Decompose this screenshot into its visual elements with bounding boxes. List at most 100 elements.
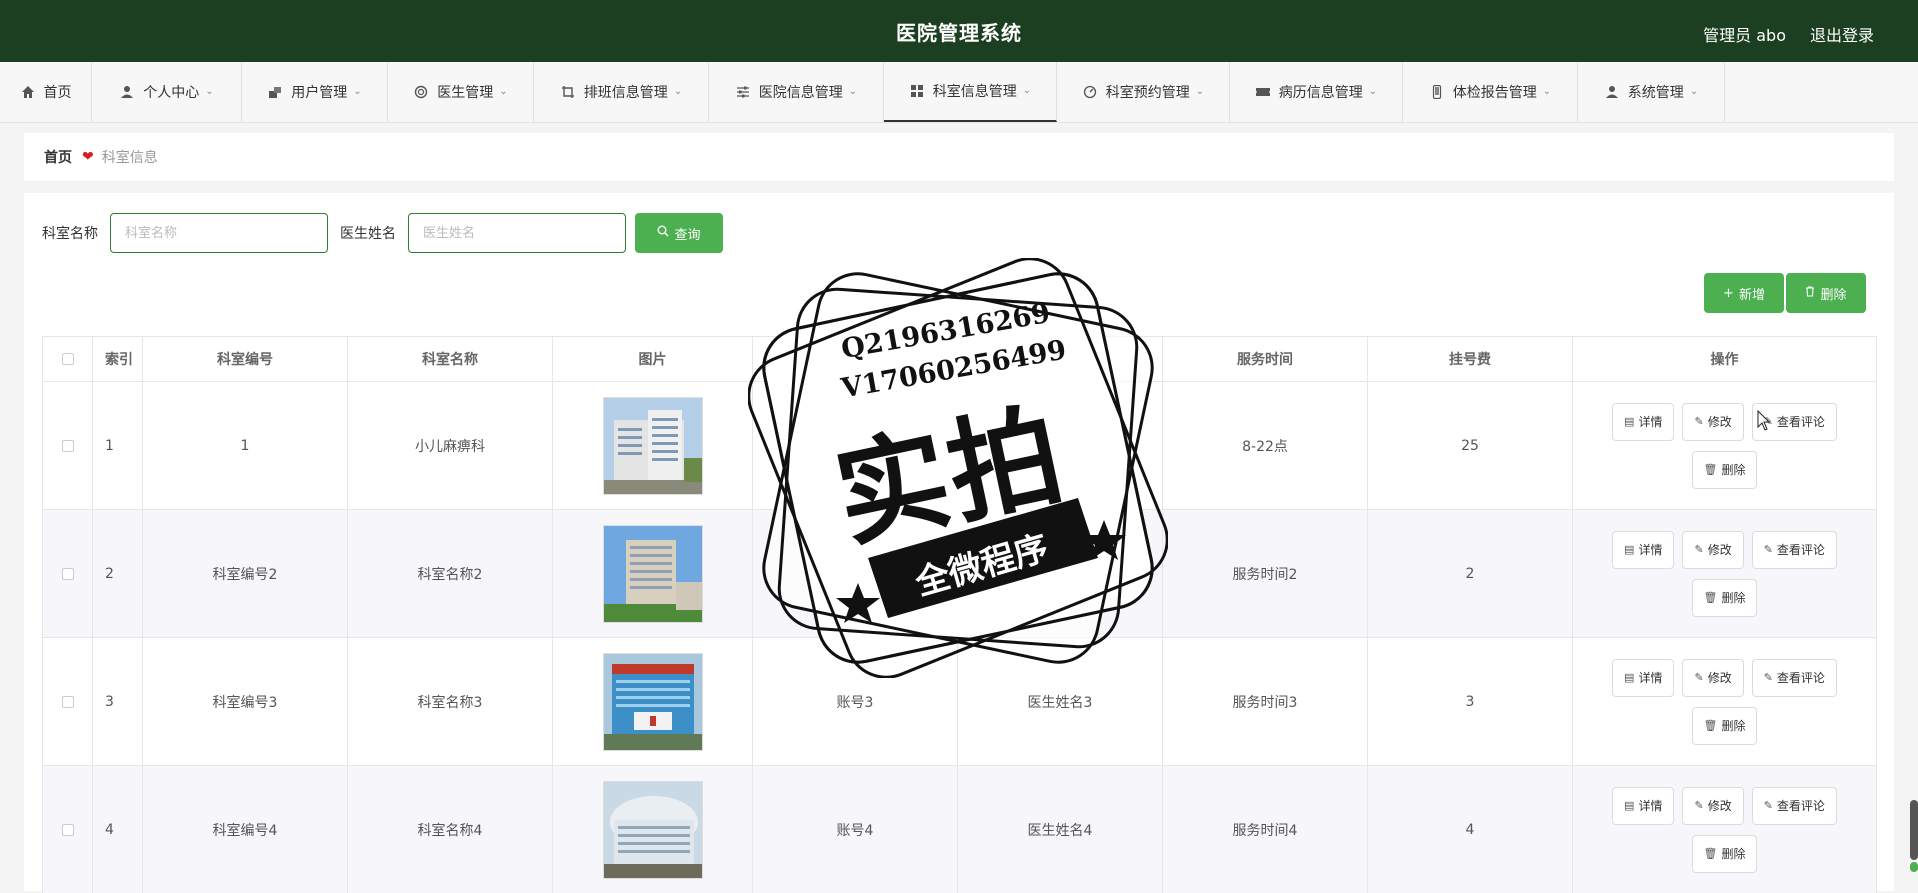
header-account: 账号 bbox=[753, 337, 958, 381]
nav-label: 用户管理 bbox=[291, 85, 348, 101]
nav-item-departments[interactable]: 科室信息管理 ⌄ bbox=[884, 62, 1057, 122]
header-image: 图片 bbox=[553, 337, 753, 381]
detail-button[interactable]: ▤ 详情 bbox=[1612, 530, 1675, 569]
edit-button[interactable]: ✎ 修改 bbox=[1682, 402, 1744, 441]
pencil-icon: ✎ bbox=[1694, 671, 1704, 684]
view-comments-button[interactable]: ✎查看评论 bbox=[1751, 530, 1837, 569]
header-ops: 操作 bbox=[1710, 352, 1739, 368]
grid-icon bbox=[909, 83, 925, 99]
row-checkbox[interactable] bbox=[61, 567, 74, 580]
bulk-delete-label: 删除 bbox=[1820, 287, 1847, 303]
nav-label: 首页 bbox=[43, 85, 72, 101]
table-row: 3 科室编号3 科室名称3 账号3 医生姓名3 服务时间3 3 ▤ 详情 ✎ 修改 … bbox=[43, 637, 1876, 765]
nav-item-system[interactable]: 系统管理 ⌄ bbox=[1578, 62, 1725, 122]
delete-button[interactable]: 🗑 删除 bbox=[1691, 834, 1758, 873]
row-checkbox[interactable] bbox=[61, 695, 74, 708]
cell-code: 科室编号3 bbox=[143, 638, 348, 765]
doctor-name-input[interactable] bbox=[408, 213, 626, 253]
edit-button[interactable]: ✎ 修改 bbox=[1682, 530, 1744, 569]
nav-item-home[interactable]: 首页 bbox=[0, 62, 92, 122]
nav-item-schedule[interactable]: 排班信息管理 ⌄ bbox=[534, 62, 709, 122]
row-checkbox-cell bbox=[43, 382, 93, 509]
cell-name: 小儿麻痹科 bbox=[348, 382, 553, 509]
search-button-label: 查询 bbox=[674, 227, 701, 243]
nav-item-records[interactable]: 病历信息管理 ⌄ bbox=[1230, 62, 1403, 122]
cell-image bbox=[553, 638, 753, 765]
detail-label: 详情 bbox=[1638, 415, 1663, 429]
nav-label: 科室预约管理 bbox=[1105, 85, 1190, 101]
edit-button[interactable]: ✎ 修改 bbox=[1682, 786, 1744, 825]
nav-item-hospital[interactable]: 医院信息管理 ⌄ bbox=[709, 62, 884, 122]
department-photo bbox=[602, 524, 703, 623]
cell-time: 服务时间3 bbox=[1163, 638, 1368, 765]
edit-label: 修改 bbox=[1707, 415, 1732, 429]
home-icon bbox=[20, 84, 36, 100]
nav-item-appointments[interactable]: 科室预约管理 ⌄ bbox=[1057, 62, 1230, 122]
breadcrumb-home[interactable]: 首页 bbox=[44, 147, 72, 167]
bulk-delete-button[interactable]: 删除 bbox=[1786, 273, 1866, 313]
cell-image bbox=[553, 510, 753, 637]
cell-ops: ▤详情 ✎修改 ✎查看评论 🗑删除 bbox=[1573, 638, 1876, 765]
chevron-down-icon: ⌄ bbox=[499, 85, 508, 97]
detail-button[interactable]: ▤ 详情 bbox=[1612, 658, 1675, 697]
header-index: 索引 bbox=[93, 337, 143, 381]
page-scrollbar[interactable] bbox=[1910, 800, 1918, 860]
table-row: 4 科室编号4 科室名称4 账号4 医生姓名4 服务时间4 4 ▤ 详情 ✎ 修改 … bbox=[43, 765, 1876, 893]
delete-button[interactable]: 🗑 删除 bbox=[1691, 450, 1758, 489]
delete-button[interactable]: 🗑 删除 bbox=[1691, 706, 1758, 745]
dept-name-input[interactable] bbox=[110, 213, 328, 253]
trash-icon: 🗑 bbox=[1703, 719, 1718, 732]
cell-ops: ▤详情 ✎修改 ✎ 查看评论 🗑删除 bbox=[1573, 382, 1876, 509]
pencil-icon: ✎ bbox=[1763, 799, 1773, 812]
delete-button[interactable]: 🗑 删除 bbox=[1691, 578, 1758, 617]
delete-label: 删除 bbox=[1721, 463, 1746, 477]
row-checkbox[interactable] bbox=[61, 823, 74, 836]
row-checkbox-cell bbox=[43, 766, 93, 893]
chevron-down-icon: ⌄ bbox=[1195, 85, 1205, 97]
search-button[interactable]: 查询 bbox=[635, 213, 723, 253]
row-checkbox[interactable] bbox=[61, 439, 74, 452]
add-button[interactable]: + 新增 bbox=[1704, 273, 1784, 313]
cell-account bbox=[753, 382, 958, 509]
pencil-icon: ✎ bbox=[1763, 543, 1773, 556]
edit-button[interactable]: ✎ 修改 bbox=[1682, 658, 1744, 697]
detail-button[interactable]: ▤ 详情 bbox=[1612, 402, 1675, 441]
header-code: 科室编号 bbox=[143, 337, 348, 381]
view-comments-button[interactable]: ✎查看评论 bbox=[1751, 786, 1837, 825]
view-comments-button[interactable]: ✎查看评论 bbox=[1751, 658, 1837, 697]
main-panel: 科室名称 医生姓名 查询 + 新增 删除 索引 科室编号 科室名称 图片 账号 … bbox=[24, 193, 1894, 893]
row-checkbox-cell bbox=[43, 638, 93, 765]
nav-item-users[interactable]: 用户管理 ⌄ bbox=[242, 62, 388, 122]
nav-label: 医院信息管理 bbox=[758, 85, 843, 101]
header-name: 科室名称 bbox=[348, 337, 553, 381]
nav-item-doctors[interactable]: 医生管理 ⌄ bbox=[388, 62, 534, 122]
search-icon bbox=[657, 225, 669, 241]
document-icon: ▤ bbox=[1624, 543, 1635, 556]
detail-button[interactable]: ▤ 详情 bbox=[1612, 786, 1675, 825]
scrollbar-thumb-end[interactable] bbox=[1910, 862, 1918, 872]
cell-code: 科室编号4 bbox=[143, 766, 348, 893]
select-all-checkbox[interactable] bbox=[61, 353, 74, 365]
comments-label: 查看评论 bbox=[1776, 671, 1825, 685]
logout-link[interactable]: 退出登录 bbox=[1810, 22, 1874, 46]
edit-label: 修改 bbox=[1707, 671, 1732, 685]
current-user: 管理员 abo bbox=[1703, 26, 1786, 45]
header-time: 服务时间 bbox=[1163, 337, 1368, 381]
document-icon: ▤ bbox=[1624, 799, 1635, 812]
cell-image bbox=[553, 766, 753, 893]
chevron-down-icon: ⌄ bbox=[848, 85, 858, 97]
department-table: 索引 科室编号 科室名称 图片 账号 医生姓名 服务时间 挂号费 操作 1 1 … bbox=[42, 336, 1877, 893]
detail-label: 详情 bbox=[1638, 543, 1663, 557]
nav-item-reports[interactable]: 体检报告管理 ⌄ bbox=[1403, 62, 1578, 122]
plus-icon: + bbox=[1723, 285, 1734, 301]
nav-item-profile[interactable]: 个人中心 ⌄ bbox=[92, 62, 242, 122]
pencil-icon: ✎ bbox=[1694, 415, 1704, 428]
nav-label: 个人中心 bbox=[143, 85, 200, 101]
table-row: 2 科室编号2 科室名称2 账号2 医生姓名2 服务时间2 2 ▤ 详情 ✎ 修改 … bbox=[43, 509, 1876, 637]
nav-label: 排班信息管理 bbox=[583, 85, 668, 101]
chevron-down-icon: ⌄ bbox=[1689, 85, 1699, 97]
document-icon: ▤ bbox=[1624, 671, 1635, 684]
department-photo bbox=[602, 780, 703, 879]
comments-label: 查看评论 bbox=[1776, 415, 1825, 429]
nav-label: 科室信息管理 bbox=[932, 84, 1017, 100]
